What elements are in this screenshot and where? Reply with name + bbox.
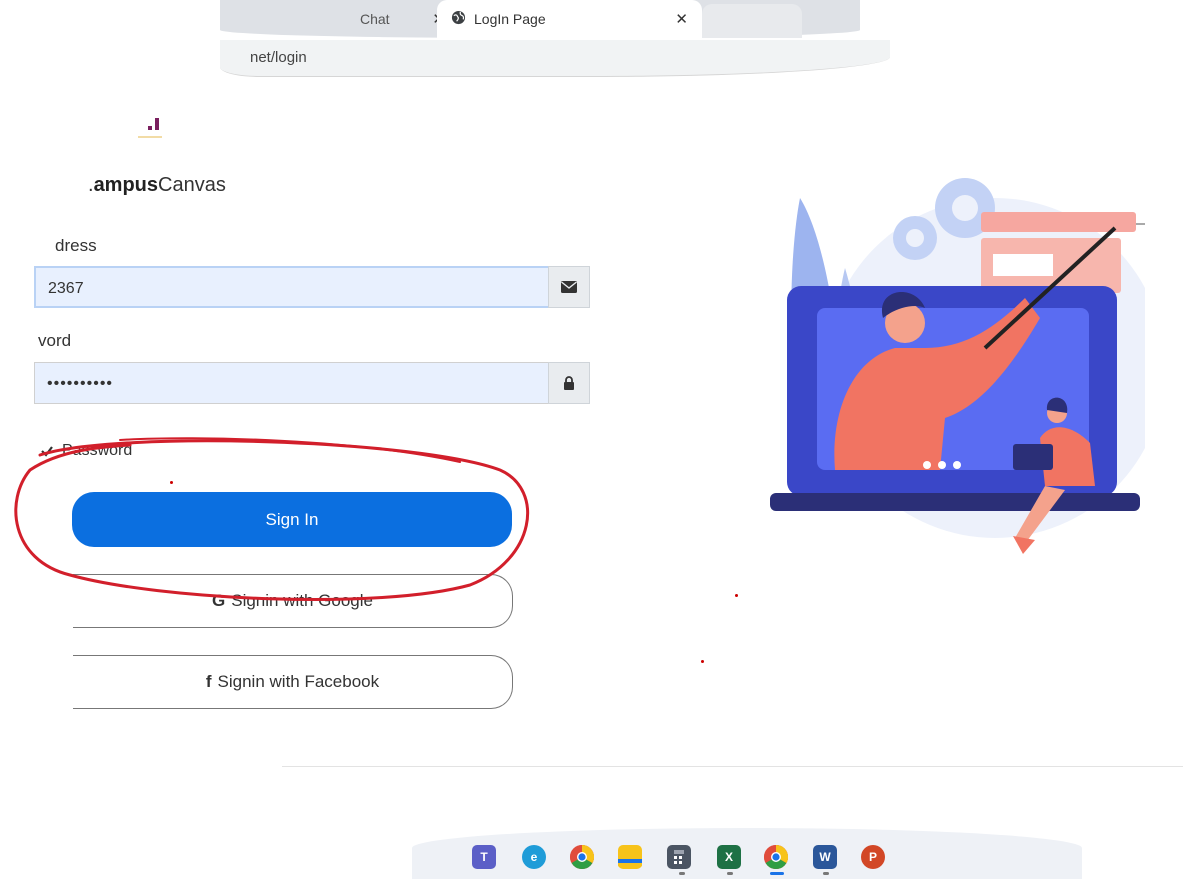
annotation-dot (735, 594, 738, 597)
google-signin-label: Signin with Google (231, 591, 373, 610)
tab-login-page[interactable]: LogIn Page ✕ (437, 0, 702, 38)
sign-in-button[interactable]: Sign In (72, 492, 512, 547)
email-label: dress (55, 236, 97, 255)
teacher-illustration (770, 178, 1145, 554)
google-signin-button[interactable]: G Signin with Google (73, 574, 513, 628)
checkbox-icon[interactable] (40, 444, 54, 458)
password-label: vord (38, 331, 72, 350)
file-explorer-icon[interactable] (618, 845, 642, 869)
google-g-icon: G (212, 591, 226, 610)
teams-icon[interactable]: T (472, 845, 496, 869)
annotation-dot (170, 481, 173, 484)
brand-regular: Canvas (158, 174, 226, 196)
password-input[interactable]: •••••••••• (34, 362, 548, 404)
taskbar-indicator (727, 872, 733, 875)
lock-icon (548, 362, 590, 404)
tab-chat[interactable]: Chat ✕ (320, 0, 455, 38)
globe-icon (451, 10, 466, 28)
brand-bold: ampus (93, 174, 159, 196)
url-text: net/login (250, 49, 307, 66)
password-field-group: •••••••••• (34, 362, 590, 404)
taskbar-indicator (823, 872, 829, 875)
close-icon[interactable]: ✕ (675, 10, 688, 28)
show-password-label: Password (62, 442, 133, 459)
email-field-group: 2367 (34, 266, 590, 308)
logo (138, 114, 168, 144)
taskbar-indicator (679, 872, 685, 875)
show-password-toggle[interactable]: Password (40, 442, 132, 460)
envelope-icon (548, 266, 590, 308)
brand-name: .ampusCanvas (88, 174, 226, 196)
calculator-icon[interactable] (667, 845, 691, 869)
powerpoint-icon[interactable]: P (861, 845, 885, 869)
chrome-active-icon[interactable] (764, 845, 788, 869)
facebook-signin-button[interactable]: f Signin with Facebook (73, 655, 513, 709)
tab-strip: Chat ✕ LogIn Page ✕ (220, 0, 860, 38)
edge-icon[interactable]: e (522, 845, 546, 869)
facebook-f-icon: f (205, 672, 212, 691)
facebook-signin-label: Signin with Facebook (217, 672, 380, 691)
word-icon[interactable]: W (813, 845, 837, 869)
email-input[interactable]: 2367 (34, 266, 548, 308)
taskbar: T e X W P (412, 828, 1082, 879)
excel-icon[interactable]: X (717, 845, 741, 869)
tab-login-title: LogIn Page (474, 11, 546, 27)
chrome-icon[interactable] (570, 845, 594, 869)
taskbar-active-indicator (770, 872, 784, 875)
tab-next[interactable] (702, 4, 802, 38)
tab-chat-title: Chat (360, 11, 390, 27)
address-bar[interactable]: net/login (220, 40, 890, 77)
footer-divider (282, 766, 1183, 767)
annotation-dot (701, 660, 704, 663)
